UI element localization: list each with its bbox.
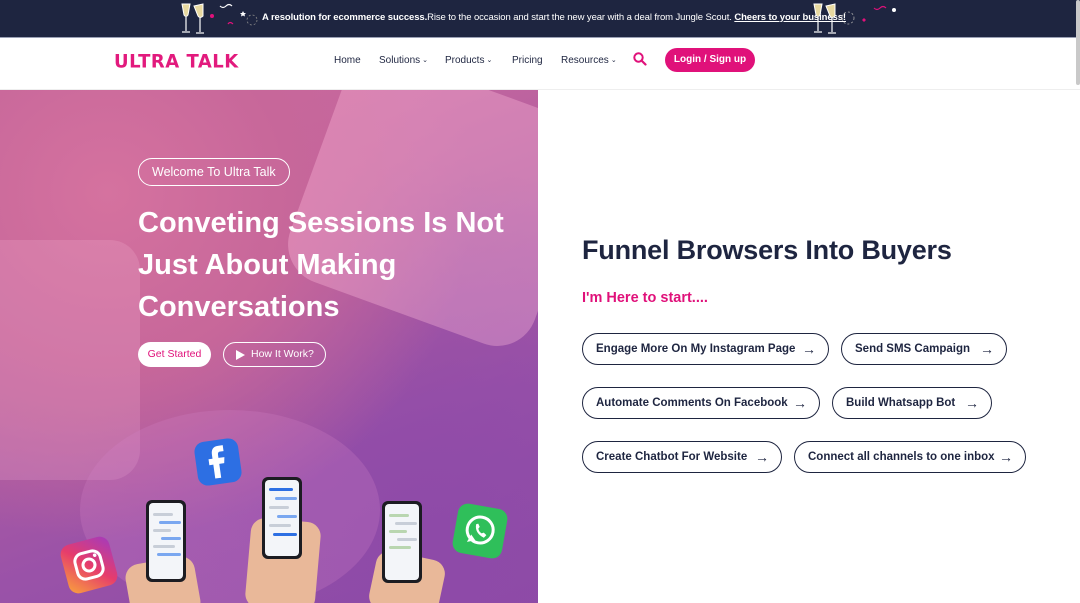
section-title: Funnel Browsers Into Buyers [582, 235, 952, 265]
champagne-glasses-icon [181, 3, 204, 34]
nav-resources-label: Resources [561, 55, 609, 66]
get-started-button[interactable]: Get Started [138, 342, 211, 367]
option-instagram-button[interactable]: Engage More On My Instagram Page → [582, 333, 829, 365]
announcement-lead: A resolution for ecommerce success. [262, 12, 428, 23]
ultra-talk-logo[interactable]: ULTRA TALK [114, 50, 239, 72]
nav-home[interactable]: Home [334, 55, 361, 66]
phone-illustration [262, 477, 302, 559]
whatsapp-icon [451, 502, 509, 560]
nav-products[interactable]: Products ⌄ [445, 55, 492, 66]
how-it-works-label: How It Work? [251, 348, 314, 360]
welcome-badge: Welcome To Ultra Talk [138, 158, 290, 186]
option-label: Send SMS Campaign [855, 343, 971, 355]
chevron-down-icon: ⌄ [610, 57, 617, 64]
option-facebook-button[interactable]: Automate Comments On Facebook → [582, 387, 820, 419]
hero-banner: Welcome To Ultra Talk Conveting Sessions… [0, 90, 538, 603]
arrow-right-icon: → [999, 449, 1013, 465]
arrow-right-icon: → [965, 395, 979, 411]
option-label: Engage More On My Instagram Page [596, 343, 796, 355]
phone-illustration [146, 500, 186, 582]
page-scrollbar[interactable] [1076, 0, 1080, 85]
option-sms-button[interactable]: Send SMS Campaign → [841, 333, 1007, 365]
nav-solutions-label: Solutions [379, 55, 421, 66]
confetti-icon [210, 3, 258, 26]
nav-home-label: Home [334, 55, 361, 66]
option-label: Build Whatsapp Bot [846, 397, 956, 409]
nav-resources[interactable]: Resources ⌄ [561, 55, 617, 66]
option-chatbot-button[interactable]: Create Chatbot For Website → [582, 441, 782, 473]
nav-products-label: Products [445, 55, 485, 66]
option-whatsapp-button[interactable]: Build Whatsapp Bot → [832, 387, 992, 419]
champagne-glasses-icon [813, 3, 836, 34]
chevron-down-icon: ⌄ [486, 57, 493, 64]
section-subtitle: I'm Here to start.... [582, 290, 708, 306]
arrow-right-icon: → [980, 341, 994, 357]
nav-pricing-label: Pricing [512, 55, 543, 66]
option-label: Create Chatbot For Website [596, 451, 748, 463]
announcement-body: Rise to the occasion and start the new y… [427, 12, 732, 23]
hero-title: Conveting Sessions Is Not Just About Mak… [138, 207, 504, 323]
option-label: Connect all channels to one inbox [808, 451, 995, 463]
arrow-right-icon: → [802, 341, 816, 357]
arrow-right-icon: → [793, 395, 807, 411]
chevron-down-icon: ⌄ [422, 57, 429, 64]
nav-pricing[interactable]: Pricing [512, 55, 543, 66]
option-inbox-button[interactable]: Connect all channels to one inbox → [794, 441, 1026, 473]
play-icon [236, 350, 245, 360]
nav-solutions[interactable]: Solutions ⌄ [379, 55, 428, 66]
facebook-icon [193, 437, 243, 487]
confetti-icon [841, 5, 896, 25]
arrow-right-icon: → [755, 449, 769, 465]
search-icon[interactable] [633, 52, 647, 66]
how-it-works-button[interactable]: How It Work? [223, 342, 326, 367]
phone-illustration [382, 501, 422, 583]
announcement-bar: A resolution for ecommerce success.Rise … [0, 0, 1080, 38]
login-signup-button[interactable]: Login / Sign up [665, 48, 755, 72]
announcement-text: A resolution for ecommerce success.Rise … [262, 12, 846, 23]
option-label: Automate Comments On Facebook [596, 397, 788, 409]
site-header: ULTRA TALK Home Solutions ⌄ Products ⌄ Pri… [0, 38, 1080, 90]
